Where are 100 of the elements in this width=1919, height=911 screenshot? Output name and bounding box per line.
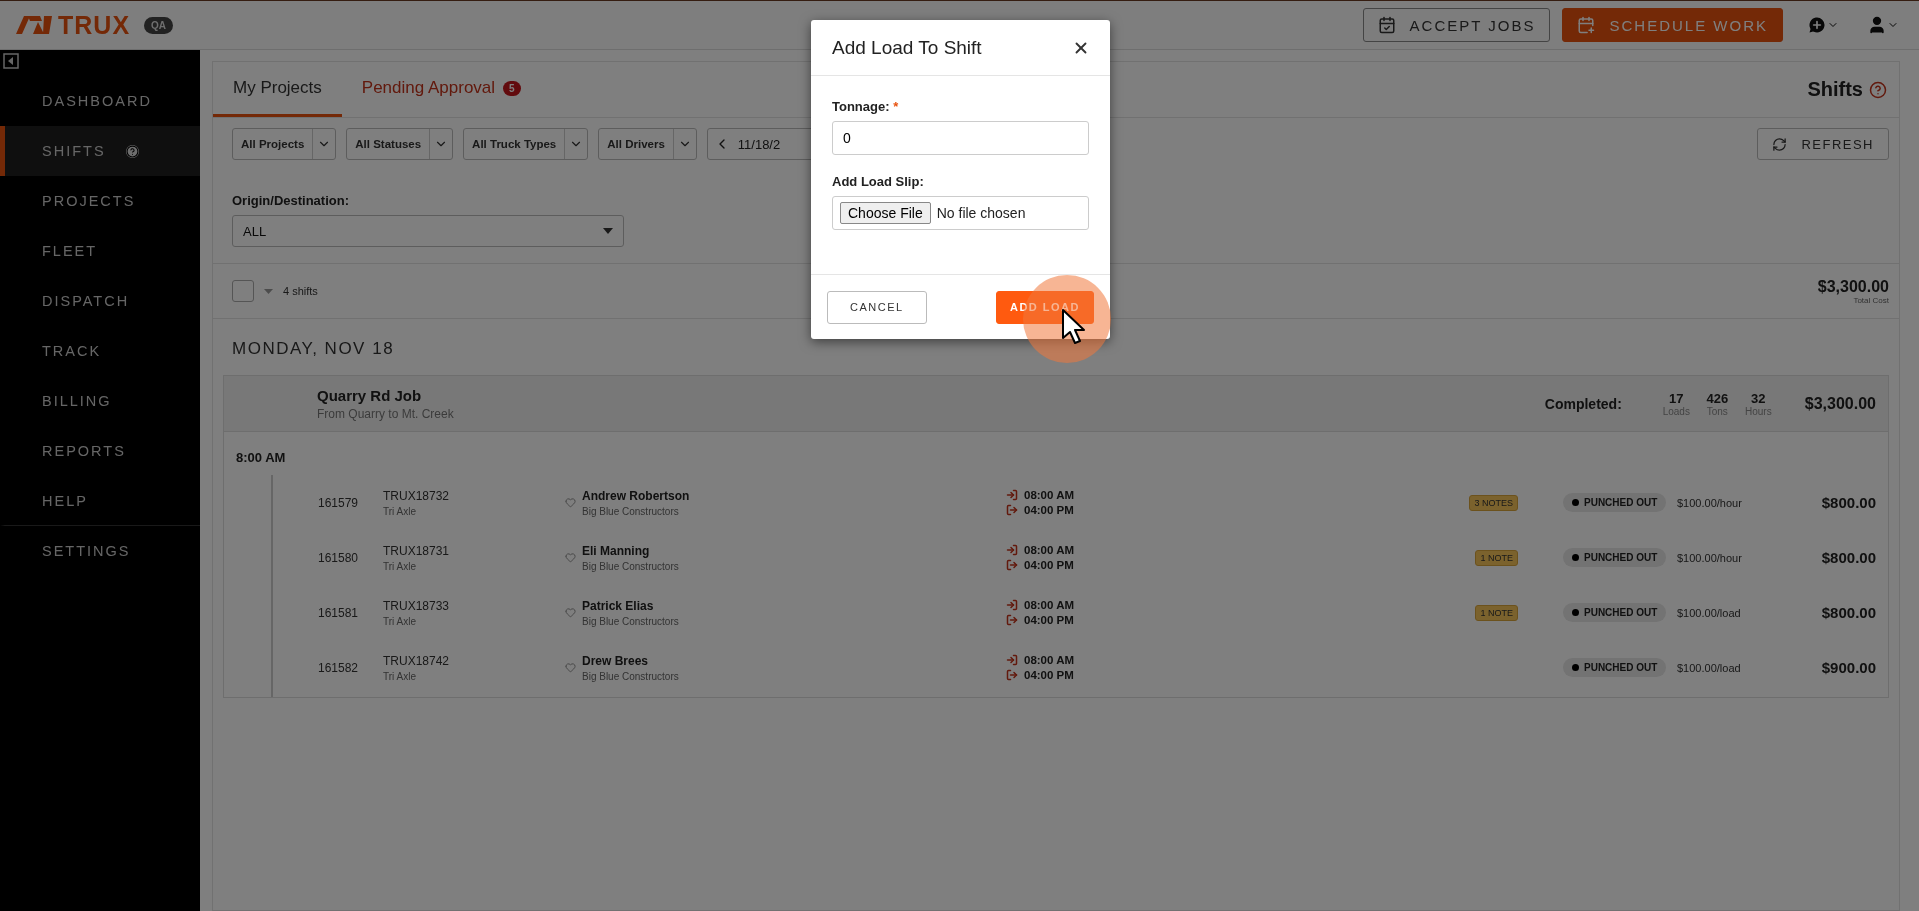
notes-badge[interactable]: 1 NOTE	[1475, 549, 1518, 566]
tonnage-input[interactable]: 0	[832, 121, 1089, 155]
truck-number: TRUX18733	[383, 598, 451, 613]
sidebar-item[interactable]: TRACK	[0, 326, 200, 376]
start-time: 08:00 AM	[1024, 544, 1075, 556]
start-time: 08:00 AM	[1024, 654, 1075, 666]
choose-file-button[interactable]: Choose File	[840, 202, 931, 224]
status-badge: PUNCHED OUT	[1563, 493, 1667, 512]
notes-badge[interactable]: 3 NOTES	[1469, 494, 1518, 511]
rate: $100.00/load	[1677, 661, 1742, 674]
notes-badge[interactable]: 1 NOTE	[1475, 604, 1518, 621]
help-icon[interactable]	[1869, 80, 1887, 99]
clock-in-icon	[1006, 654, 1018, 666]
truck-number: TRUX18742	[383, 653, 451, 668]
rate: $100.00/hour	[1677, 496, 1743, 509]
calendar-plus-icon	[1577, 16, 1596, 34]
sidebar-item[interactable]: DASHBOARD	[0, 76, 200, 126]
clock-out-icon	[1006, 614, 1018, 626]
shift-id: 161579	[318, 495, 360, 510]
sidebar-item[interactable]: SHIFTS	[0, 126, 200, 176]
heart-icon[interactable]	[565, 497, 576, 508]
day-heading: MONDAY, NOV 18	[232, 339, 395, 359]
end-time: 04:00 PM	[1024, 504, 1074, 516]
origin-select[interactable]: ALL	[232, 215, 624, 247]
company-name: Big Blue Constructors	[582, 560, 680, 572]
logo-icon	[16, 16, 52, 34]
end-time: 04:00 PM	[1024, 669, 1074, 681]
sidebar-item[interactable]: REPORTS	[0, 426, 200, 476]
shift-amount: $900.00	[1821, 659, 1876, 676]
truck-number: TRUX18731	[383, 543, 451, 558]
tab[interactable]: Pending Approval 5	[341, 62, 541, 117]
driver-name: Patrick Elias	[582, 598, 655, 613]
add-load-button[interactable]: ADD LOAD	[995, 290, 1094, 324]
count-badge: 5	[503, 80, 521, 96]
truck-type: Tri Axle	[383, 670, 417, 682]
truck-type: Tri Axle	[383, 615, 417, 627]
sidebar-item[interactable]: PROJECTS	[0, 176, 200, 226]
status-badge: PUNCHED OUT	[1563, 603, 1667, 622]
filter-dropdown[interactable]: All Truck Types	[463, 128, 589, 160]
chat-plus-icon	[1807, 15, 1827, 35]
job-total: $3,300.00	[1804, 394, 1876, 413]
heart-icon[interactable]	[565, 662, 576, 673]
driver-name: Andrew Robertson	[582, 488, 691, 503]
rate: $100.00/hour	[1677, 551, 1743, 564]
heart-icon[interactable]	[565, 552, 576, 563]
accept-jobs-button[interactable]: ACCEPT JOBS	[1362, 8, 1551, 42]
job-title: Quarry Rd Job	[317, 386, 423, 404]
clock-out-icon	[1006, 559, 1018, 571]
user-icon	[1867, 15, 1887, 35]
tab[interactable]: My Projects	[213, 62, 342, 117]
company-name: Big Blue Constructors	[582, 670, 680, 682]
total-cost: $3,300.00	[1817, 277, 1889, 296]
collapse-sidebar-icon[interactable]	[3, 53, 19, 69]
sidebar-item[interactable]: FLEET	[0, 226, 200, 276]
schedule-work-button[interactable]: SCHEDULE WORK	[1562, 8, 1783, 42]
sidebar-item[interactable]: DISPATCH	[0, 276, 200, 326]
shift-amount: $800.00	[1821, 604, 1876, 621]
completed-label: Completed:	[1544, 395, 1622, 412]
file-status: No file chosen	[936, 205, 1026, 221]
clock-in-icon	[1006, 544, 1018, 556]
file-input[interactable]: Choose File No file chosen	[832, 196, 1089, 230]
start-time: 08:00 AM	[1024, 599, 1075, 611]
heart-icon[interactable]	[565, 607, 576, 618]
status-badge: PUNCHED OUT	[1563, 658, 1667, 677]
driver-name: Drew Brees	[582, 653, 650, 668]
caret-icon	[603, 228, 613, 234]
environment-badge: QA	[144, 16, 174, 34]
rate: $100.00/load	[1677, 606, 1742, 619]
filter-dropdown[interactable]: All Projects	[232, 128, 337, 160]
shift-amount: $800.00	[1821, 494, 1876, 511]
shift-count: 4 shifts	[283, 285, 318, 297]
total-cost-label: Total Cost	[1853, 295, 1889, 305]
page-title: Shifts	[1807, 78, 1887, 101]
filter-dropdown[interactable]: All Drivers	[598, 128, 697, 160]
logo-text: TRUX	[58, 10, 131, 40]
filter-dropdown[interactable]: All Statuses	[346, 128, 454, 160]
clock-out-icon	[1006, 669, 1018, 681]
sidebar-item[interactable]: BILLING	[0, 376, 200, 426]
start-time: 08:00 AM	[1024, 489, 1075, 501]
driver-name: Eli Manning	[582, 543, 651, 558]
clock-in-icon	[1006, 599, 1018, 611]
shift-amount: $800.00	[1821, 549, 1876, 566]
shift-id: 161580	[318, 550, 360, 565]
truck-type: Tri Axle	[383, 560, 417, 572]
refresh-button[interactable]: REFRESH	[1757, 128, 1889, 160]
select-all-checkbox[interactable]	[232, 280, 254, 302]
stat-value: 426	[1706, 390, 1729, 406]
field-label: Add Load Slip:	[832, 174, 925, 189]
calendar-check-icon	[1377, 16, 1396, 34]
cancel-button[interactable]: CANCEL	[827, 290, 927, 324]
caret-icon[interactable]	[264, 288, 273, 294]
sidebar-item[interactable]: SETTINGS	[0, 526, 200, 576]
truck-type: Tri Axle	[383, 505, 417, 517]
field-label: Tonnage: *	[832, 99, 900, 114]
shift-id: 161581	[318, 605, 360, 620]
truck-number: TRUX18732	[383, 488, 451, 503]
modal-title: Add Load To Shift	[832, 36, 982, 59]
end-time: 04:00 PM	[1024, 559, 1074, 571]
company-name: Big Blue Constructors	[582, 505, 680, 517]
stat-value: 17	[1669, 390, 1684, 406]
